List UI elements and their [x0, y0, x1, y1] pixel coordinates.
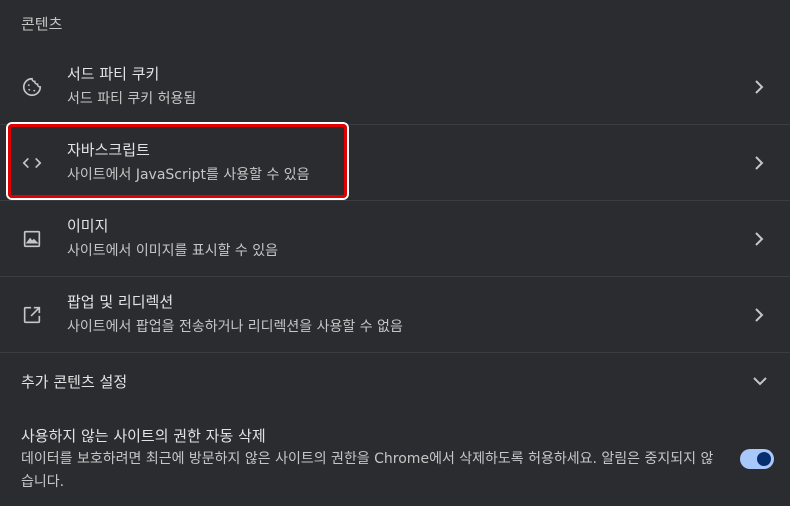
- row-popups-redirects[interactable]: 팝업 및 리디렉션 사이트에서 팝업을 전송하거나 리디렉션을 사용할 수 없음: [0, 277, 790, 353]
- cookie-icon: [21, 76, 43, 98]
- row-title: 서드 파티 쿠키: [67, 65, 160, 83]
- more-content-settings[interactable]: 추가 콘텐츠 설정: [0, 353, 790, 411]
- row-title: 이미지: [67, 217, 109, 235]
- chevron-down-icon: [752, 374, 768, 388]
- auto-delete-title: 사용하지 않는 사이트의 권한 자동 삭제: [21, 427, 266, 445]
- auto-delete-permissions: 사용하지 않는 사이트의 권한 자동 삭제 데이터를 보호하려면 최근에 방문하…: [0, 411, 790, 506]
- chevron-right-icon: [752, 78, 766, 96]
- chevron-right-icon: [752, 306, 766, 324]
- chevron-right-icon: [752, 154, 766, 172]
- row-title: 팝업 및 리디렉션: [67, 293, 174, 311]
- row-subtitle: 사이트에서 팝업을 전송하거나 리디렉션을 사용할 수 없음: [67, 319, 403, 335]
- more-content-settings-label: 추가 콘텐츠 설정: [21, 373, 128, 391]
- section-title: 콘텐츠: [21, 15, 63, 33]
- auto-delete-toggle[interactable]: [740, 449, 774, 469]
- content-settings-page: 콘텐츠 서드 파티 쿠키 서드 파티 쿠키 허용됨 자바스크립트 사이트에서 J…: [0, 0, 790, 506]
- row-third-party-cookies[interactable]: 서드 파티 쿠키 서드 파티 쿠키 허용됨: [0, 49, 790, 125]
- chevron-right-icon: [752, 230, 766, 248]
- image-icon: [21, 228, 43, 250]
- toggle-knob: [757, 452, 771, 466]
- row-images[interactable]: 이미지 사이트에서 이미지를 표시할 수 있음: [0, 201, 790, 277]
- highlight-box: [8, 124, 347, 198]
- row-subtitle: 사이트에서 이미지를 표시할 수 있음: [67, 243, 278, 259]
- row-subtitle: 서드 파티 쿠키 허용됨: [67, 91, 197, 107]
- auto-delete-description: 데이터를 보호하려면 최근에 방문하지 않은 사이트의 권한을 Chrome에서…: [21, 451, 714, 490]
- open-in-new-icon: [21, 304, 43, 326]
